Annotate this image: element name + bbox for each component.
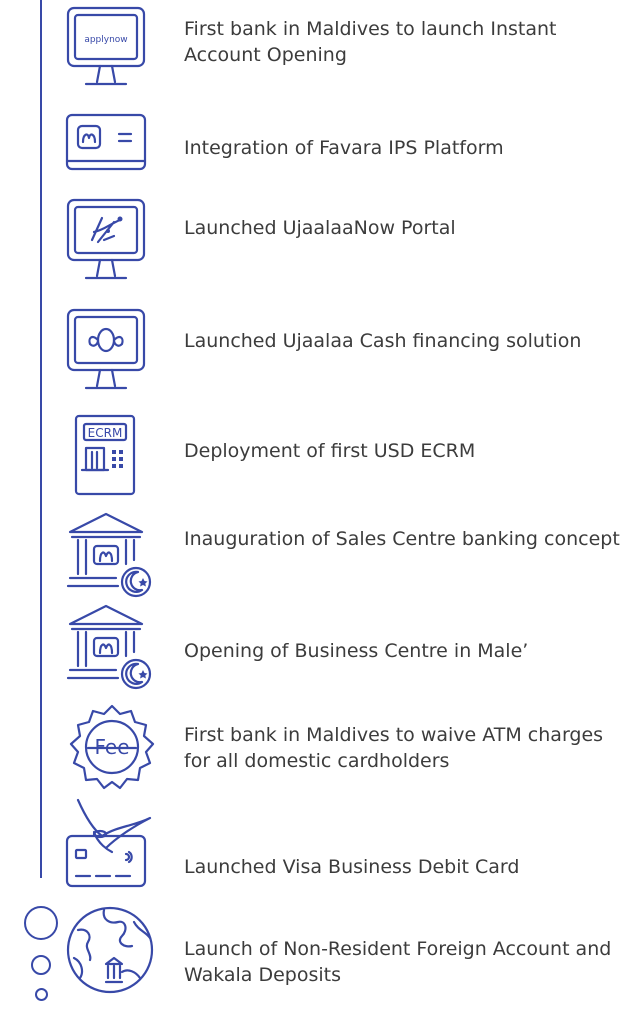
monitor-cash-icon: [64, 306, 148, 398]
bank-building-moon-icon: [64, 510, 154, 600]
monitor-portal-icon: [64, 196, 148, 288]
milestone-label: Launch of Non-Resident Foreign Account a…: [184, 938, 612, 986]
card-manta-icon: [64, 796, 160, 892]
milestone-label: Launched Visa Business Debit Card: [184, 856, 520, 878]
ecrm-machine-icon: ECRM: [64, 412, 148, 498]
milestone-label: Opening of Business Centre in Male’: [184, 640, 529, 662]
milestone-label: Launched UjaalaaNow Portal: [184, 217, 456, 239]
milestone-label: Deployment of first USD ECRM: [184, 440, 476, 462]
bank-building-moon-icon: [64, 602, 154, 692]
milestone-label: First bank in Maldives to waive ATM char…: [184, 724, 604, 772]
svg-text:applynow: applynow: [84, 35, 127, 45]
timeline-dot-small: [35, 988, 48, 1001]
timeline-dot-medium: [31, 955, 51, 975]
timeline-dot-large: [24, 906, 58, 940]
payment-terminal-icon: [64, 112, 148, 174]
svg-text:ECRM: ECRM: [88, 426, 123, 440]
milestone-label: Launched Ujaalaa Cash financing solution: [184, 330, 582, 352]
fee-badge-icon: Fee: [64, 702, 160, 798]
monitor-applynow-icon: applynow: [64, 4, 148, 94]
globe-bank-icon: [64, 902, 160, 1002]
milestone-label: Integration of Favara IPS Platform: [184, 137, 504, 159]
milestone-label: Inauguration of Sales Centre banking con…: [184, 528, 620, 550]
timeline-line: [40, 0, 42, 878]
milestone-label: First bank in Maldives to launch Instant…: [184, 18, 557, 66]
